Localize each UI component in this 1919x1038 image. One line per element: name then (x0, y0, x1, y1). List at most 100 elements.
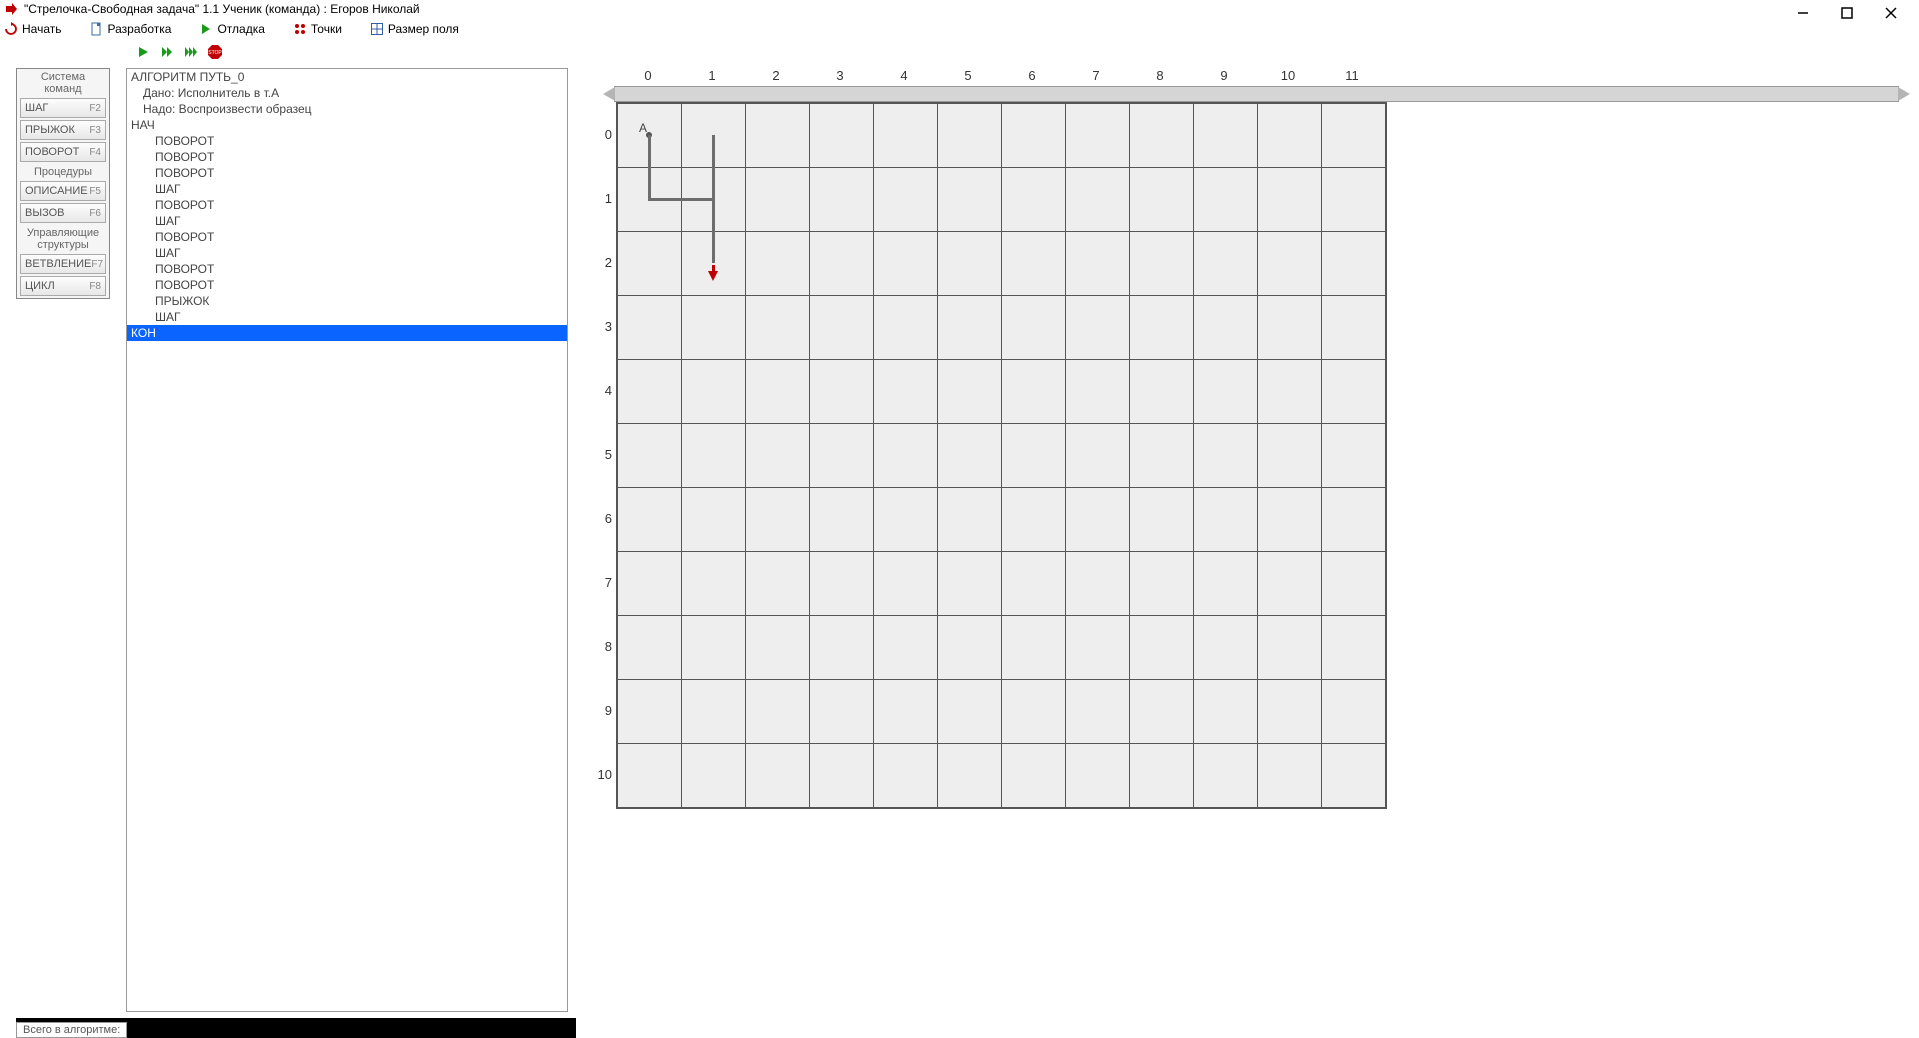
grid-cell[interactable] (938, 104, 1002, 168)
code-line[interactable]: ПОВОРОТ (127, 165, 567, 181)
grid-cell[interactable] (810, 744, 874, 808)
grid-cell[interactable] (1194, 360, 1258, 424)
grid-cell[interactable] (1130, 104, 1194, 168)
grid-cell[interactable] (746, 552, 810, 616)
grid-cell[interactable] (1130, 744, 1194, 808)
horizontal-scroll-strip[interactable] (614, 86, 1899, 102)
close-button[interactable] (1873, 4, 1909, 22)
cmd-button[interactable]: ПОВОРОТF4 (20, 142, 106, 162)
grid-cell[interactable] (682, 552, 746, 616)
grid-cell[interactable] (682, 360, 746, 424)
grid-cell[interactable] (1194, 424, 1258, 488)
code-line[interactable]: КОН (127, 325, 567, 341)
grid-cell[interactable] (1066, 424, 1130, 488)
grid-cell[interactable] (810, 232, 874, 296)
cmd-button[interactable]: ПРЫЖОКF3 (20, 120, 106, 140)
grid-cell[interactable] (1002, 296, 1066, 360)
grid-cell[interactable] (938, 232, 1002, 296)
grid-cell[interactable] (1066, 104, 1130, 168)
grid-cell[interactable] (682, 680, 746, 744)
grid-cell[interactable] (938, 744, 1002, 808)
grid-cell[interactable] (938, 552, 1002, 616)
grid-cell[interactable] (1130, 616, 1194, 680)
grid-cell[interactable] (1258, 232, 1322, 296)
grid-cell[interactable] (1194, 296, 1258, 360)
grid-cell[interactable] (1194, 168, 1258, 232)
grid-cell[interactable] (1130, 680, 1194, 744)
grid-cell[interactable] (938, 296, 1002, 360)
grid-cell[interactable] (1002, 104, 1066, 168)
code-line[interactable]: ШАГ (127, 309, 567, 325)
code-line[interactable]: АЛГОРИТМ ПУТЬ_0 (127, 69, 567, 85)
grid-cell[interactable] (1066, 552, 1130, 616)
code-line[interactable]: ПОВОРОТ (127, 197, 567, 213)
grid-cell[interactable] (874, 488, 938, 552)
grid-cell[interactable] (1002, 680, 1066, 744)
grid-cell[interactable] (810, 168, 874, 232)
grid-cell[interactable] (1258, 744, 1322, 808)
grid-cell[interactable] (1066, 744, 1130, 808)
menu-start[interactable]: Начать (4, 22, 62, 36)
grid-cell[interactable] (618, 552, 682, 616)
grid-cell[interactable] (1002, 552, 1066, 616)
grid-cell[interactable] (1066, 680, 1130, 744)
grid-cell[interactable] (618, 296, 682, 360)
grid-cell[interactable] (938, 360, 1002, 424)
grid-cell[interactable] (810, 552, 874, 616)
code-line[interactable]: ПРЫЖОК (127, 293, 567, 309)
grid-cell[interactable] (746, 616, 810, 680)
grid-cell[interactable] (1130, 488, 1194, 552)
grid-cell[interactable] (746, 360, 810, 424)
grid-cell[interactable] (938, 168, 1002, 232)
menu-points[interactable]: Точки (293, 22, 342, 36)
grid[interactable]: A (616, 102, 1387, 809)
cmd-button[interactable]: ШАГF2 (20, 98, 106, 118)
grid-cell[interactable] (1258, 168, 1322, 232)
grid-cell[interactable] (746, 488, 810, 552)
grid-cell[interactable] (810, 296, 874, 360)
grid-cell[interactable] (1002, 744, 1066, 808)
grid-cell[interactable] (1322, 744, 1386, 808)
grid-cell[interactable] (874, 680, 938, 744)
cmd-button[interactable]: ВЫЗОВF6 (20, 203, 106, 223)
grid-cell[interactable] (1130, 232, 1194, 296)
grid-cell[interactable] (810, 360, 874, 424)
menu-debug[interactable]: Отладка (199, 22, 264, 36)
code-editor[interactable]: АЛГОРИТМ ПУТЬ_0Дано: Исполнитель в т.АНа… (126, 68, 568, 1012)
grid-cell[interactable] (618, 360, 682, 424)
grid-cell[interactable] (1002, 424, 1066, 488)
grid-cell[interactable] (810, 488, 874, 552)
grid-cell[interactable] (1194, 488, 1258, 552)
grid-cell[interactable] (1258, 104, 1322, 168)
grid-cell[interactable] (938, 616, 1002, 680)
cmd-button[interactable]: ОПИСАНИЕF5 (20, 181, 106, 201)
grid-cell[interactable] (810, 104, 874, 168)
grid-cell[interactable] (1066, 296, 1130, 360)
grid-cell[interactable] (1002, 488, 1066, 552)
cmd-button[interactable]: ВЕТВЛЕНИЕF7 (20, 254, 106, 274)
grid-cell[interactable] (682, 296, 746, 360)
grid-cell[interactable] (1066, 488, 1130, 552)
grid-cell[interactable] (874, 360, 938, 424)
fast-button[interactable] (182, 43, 200, 61)
grid-cell[interactable] (746, 744, 810, 808)
grid-cell[interactable] (1258, 680, 1322, 744)
grid-cell[interactable] (1066, 168, 1130, 232)
grid-cell[interactable] (618, 424, 682, 488)
grid-cell[interactable] (938, 424, 1002, 488)
grid-cell[interactable] (1322, 552, 1386, 616)
grid-cell[interactable] (1002, 232, 1066, 296)
grid-cell[interactable] (618, 232, 682, 296)
grid-cell[interactable] (1322, 104, 1386, 168)
grid-cell[interactable] (1322, 232, 1386, 296)
step-button[interactable] (158, 43, 176, 61)
maximize-button[interactable] (1829, 4, 1865, 22)
code-line[interactable]: ПОВОРОТ (127, 277, 567, 293)
grid-cell[interactable] (1130, 360, 1194, 424)
code-line[interactable]: ШАГ (127, 213, 567, 229)
grid-cell[interactable] (874, 168, 938, 232)
grid-cell[interactable] (1002, 616, 1066, 680)
grid-cell[interactable] (810, 680, 874, 744)
grid-cell[interactable] (1322, 616, 1386, 680)
grid-cell[interactable] (1130, 168, 1194, 232)
